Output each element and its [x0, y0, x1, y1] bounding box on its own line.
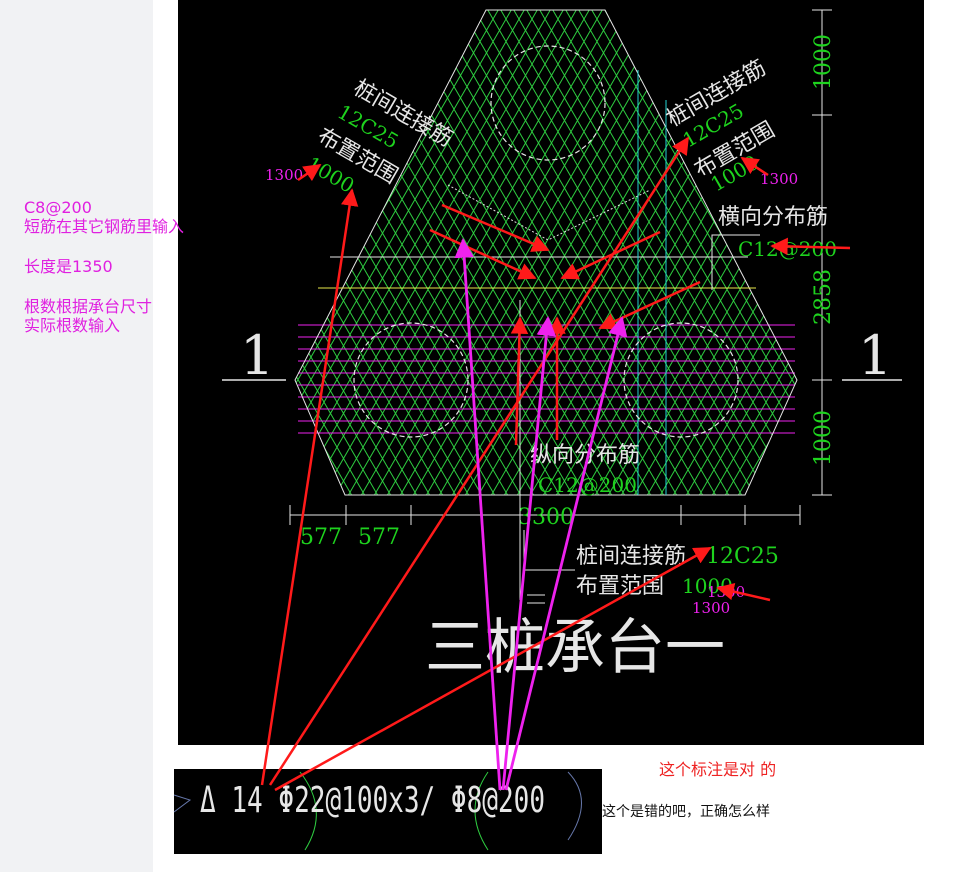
- rebar-line: [919, 0, 973, 520]
- label-tl-magenta: 1300: [265, 166, 303, 184]
- note-short-rebar-input: 短筋在其它钢筋里输入: [24, 217, 185, 236]
- label-bottom-connect: 桩间连接筋: [576, 544, 686, 569]
- comment-question: 这个是错的吧，正确怎么样: [602, 804, 770, 820]
- dim-right-top: 1000: [811, 34, 836, 90]
- label-horizontal-spec: C12@200: [738, 237, 837, 261]
- dim-bottom-total: 3300: [518, 505, 574, 530]
- note-short-rebar-spec: C8@200: [24, 198, 92, 217]
- dim-bottom-a: 577: [300, 525, 342, 550]
- section-mark-left: 1: [240, 324, 274, 387]
- section-mark-right: 1: [858, 324, 892, 387]
- note-length: 长度是1350: [24, 257, 113, 276]
- note-count-basis: 根数根据承台尺寸: [24, 297, 153, 316]
- rebar-line: [932, 0, 973, 520]
- label-bottom-range: 布置范围: [576, 574, 664, 599]
- label-horizontal: 横向分布筋: [718, 205, 828, 230]
- comment-correct: 这个标注是对 的: [659, 760, 777, 779]
- cad-screenshot: 1 1 1000 2858 1000 577 577 3300 桩间连接筋 12…: [173, 0, 973, 854]
- label-vertical-spec: C12@200: [538, 473, 637, 497]
- rebar-line: [958, 0, 973, 520]
- formula-text: Δ 14 Φ22@100x3/ Φ8@200: [200, 780, 545, 821]
- dim-right-bottom: 1000: [811, 410, 836, 466]
- note-count-input: 实际根数输入: [24, 316, 121, 335]
- label-bottom-spec: 12C25: [706, 544, 779, 569]
- dim-bottom-b: 577: [358, 525, 400, 550]
- dim-right-mid: 2858: [811, 269, 836, 325]
- rebar-line: [945, 0, 973, 520]
